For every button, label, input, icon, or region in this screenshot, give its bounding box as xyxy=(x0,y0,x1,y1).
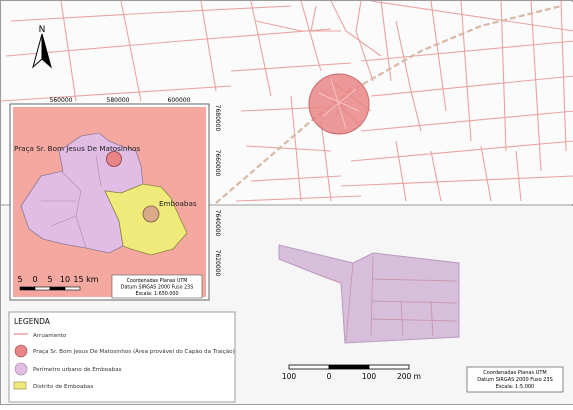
inset-x-tick: 600000 xyxy=(168,97,191,104)
inset-y-tick: 7680000 xyxy=(214,105,221,132)
inset-x-tick: 560000 xyxy=(50,97,73,104)
inset-scale-label: 15 km xyxy=(73,275,98,284)
inset-y-tick: 7620000 xyxy=(214,250,221,277)
main-scale-label: 0 xyxy=(327,372,332,381)
map-canvas: 100 0 100 200 m Coordenadas Planas UTM D… xyxy=(0,0,573,404)
legend-item-label: Praça Sr. Bom Jesus De Matosinhos (Área … xyxy=(33,348,235,355)
inset-scale-label: 0 xyxy=(32,275,37,284)
inset-coord-line: Coordenadas Planas UTM xyxy=(127,278,188,284)
inset-y-tick: 7640000 xyxy=(214,210,221,237)
main-scale-label: 100 xyxy=(362,372,377,381)
north-arrow-label: N xyxy=(39,25,46,35)
main-coord-line: Datum SIRGAS 2000 Fuso 23S xyxy=(477,377,553,383)
inset-coord-line: Escala: 1:650.000 xyxy=(135,291,178,297)
main-coordinate-box: Coordenadas Planas UTM Datum SIRGAS 2000… xyxy=(466,366,564,393)
legend-item-label: Distrito de Emboabas xyxy=(33,384,93,390)
inset-scale-label: 5 xyxy=(47,275,52,284)
inset-map: 560000 580000 600000 7680000 7660000 764… xyxy=(9,97,221,301)
main-scale-label: 100 xyxy=(282,372,297,381)
inset-y-tick: 7660000 xyxy=(214,150,221,177)
map-frame: 100 0 100 200 m Coordenadas Planas UTM D… xyxy=(0,0,573,405)
urban-perimeter-circle-icon xyxy=(14,362,28,376)
legend-title: LEGENDA xyxy=(14,317,51,326)
main-scale-label: 200 m xyxy=(397,372,421,381)
inset-scale-label: 5 xyxy=(17,275,22,284)
inset-scale-label: 10 xyxy=(60,275,70,284)
emboabas-marker-inset xyxy=(142,205,160,223)
main-coord-line: Coordenadas Planas UTM xyxy=(483,370,546,376)
emboabas-label: Emboabas xyxy=(159,199,197,208)
legend-item-label: Arruamento xyxy=(33,333,67,339)
praca-circle-icon xyxy=(14,344,28,358)
legend: LEGENDA Arruamento Praça Sr. Bom Jesus D… xyxy=(8,311,236,403)
district-rect-icon xyxy=(13,381,27,390)
praca-marker-inset xyxy=(106,151,122,167)
legend-item-label: Perímetro urbano de Emboabas xyxy=(33,366,122,373)
inset-coord-line: Datum SIRGAS 2000 Fuso 23S xyxy=(121,285,194,291)
inset-coordinate-box: Coordenadas Planas UTM Datum SIRGAS 2000… xyxy=(111,274,203,299)
main-coord-line: Escala: 1:5.000 xyxy=(496,384,534,390)
praca-label: Praça Sr. Bom Jesus De Matosinhos xyxy=(14,144,140,153)
inset-x-tick: 580000 xyxy=(107,97,130,104)
